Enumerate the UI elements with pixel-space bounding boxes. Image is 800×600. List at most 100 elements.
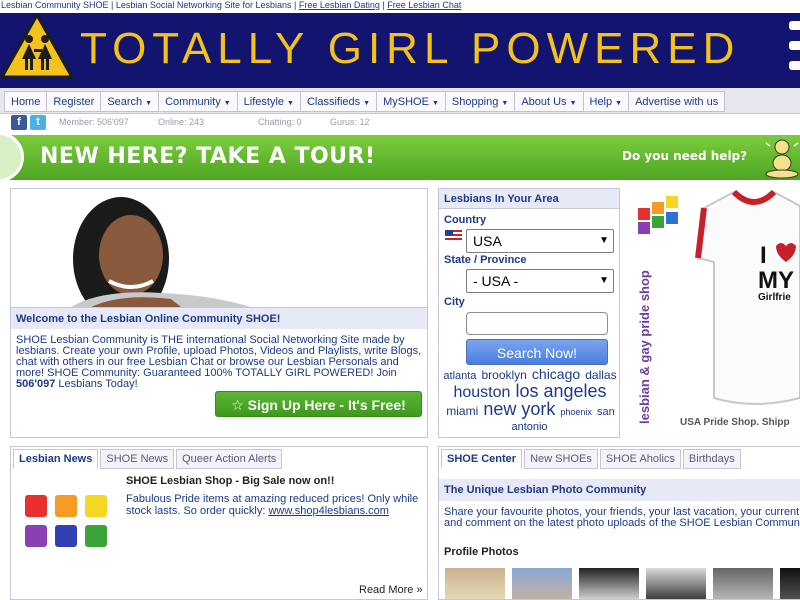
city-tag-miami[interactable]: miami — [446, 404, 478, 418]
nav-list: Home Register Search ▼ Community ▼ Lifestyle ▼ C… — [4, 91, 726, 112]
nav-item-myshoe[interactable]: MySHOE ▼ — [376, 91, 446, 112]
search-now-button[interactable]: Search Now! — [466, 339, 608, 365]
nav-label: Shopping — [451, 96, 499, 108]
tab-birthdays[interactable]: Birthdays — [682, 449, 741, 469]
chevron-down-icon: ▼ — [569, 100, 577, 107]
country-label: Country — [444, 214, 487, 226]
shoe-center-panel: SHOE Center New SHOEs SHOE Aholics Birthday… — [438, 446, 800, 600]
profile-thumbnail[interactable] — [445, 568, 505, 599]
chevron-down-icon: ▼ — [287, 100, 294, 107]
site-title: TOTALLY GIRL POWERED — [80, 24, 741, 73]
facebook-icon[interactable]: f — [11, 115, 27, 130]
profile-thumbnail[interactable] — [713, 568, 773, 599]
city-tag-atlanta[interactable]: atlanta — [443, 370, 476, 382]
nav-item-home[interactable]: Home — [4, 91, 48, 112]
tour-text: NEW HERE? TAKE A TOUR! — [40, 144, 376, 169]
welcome-panel: Welcome to the Lesbian Online Community … — [10, 188, 428, 438]
nav-item-about-us[interactable]: About Us ▼ — [514, 91, 584, 112]
shop-link[interactable]: www.shop4lesbians.com — [268, 505, 388, 517]
tab-new-shoes[interactable]: New SHOEs — [524, 449, 598, 469]
shop-vertical-label: lesbian & gay pride shop — [637, 270, 652, 424]
city-tag-new-york[interactable]: new york — [483, 399, 555, 419]
pride-shop-ad[interactable]: lesbian & gay pride shop I MY Girlfrie U… — [630, 188, 800, 438]
nav-label: Classifieds — [306, 96, 361, 108]
nav-label: Community — [165, 96, 221, 108]
state-select[interactable]: - USA - ▼ — [466, 269, 614, 293]
nav-item-search[interactable]: Search ▼ — [100, 91, 160, 112]
nav-item-community[interactable]: Community ▼ — [158, 91, 238, 112]
nav-label: Lifestyle — [243, 96, 285, 108]
tour-banner[interactable]: NEW HERE? TAKE A TOUR! Do you need help? — [0, 135, 800, 180]
nav-item-advertise-with-us[interactable]: Advertise with us — [628, 91, 726, 112]
tab-queer-action-alerts[interactable]: Queer Action Alerts — [176, 449, 283, 469]
top-tagline: Lesbian Community SHOE | Lesbian Social … — [0, 0, 800, 13]
header-side-button[interactable] — [789, 21, 800, 30]
nav-item-lifestyle[interactable]: Lifestyle ▼ — [236, 91, 301, 112]
center-tabs: SHOE Center New SHOEs SHOE Aholics Birthday… — [439, 447, 743, 469]
state-value: - USA - — [473, 273, 519, 289]
news-title[interactable]: SHOE Lesbian Shop - Big Sale now on!! — [126, 475, 334, 487]
chatting-count: Chatting: 0 — [258, 117, 302, 127]
photo-community-heading: The Unique Lesbian Photo Community — [439, 479, 800, 501]
tab-shoe-center[interactable]: SHOE Center — [441, 449, 523, 469]
logo-icon[interactable] — [0, 13, 74, 81]
news-text: Fabulous Pride items at amazing reduced … — [126, 493, 424, 517]
online-count: Online: 243 — [158, 117, 205, 127]
main-navigation: Home Register Search ▼ Community ▼ Lifestyle ▼ C… — [0, 88, 800, 114]
city-tag-chicago[interactable]: chicago — [532, 366, 580, 382]
stats-bar: f t Member: 506'097 Online: 243 Chatting… — [0, 114, 800, 130]
welcome-heading: Welcome to the Lesbian Online Community … — [11, 307, 427, 329]
nav-label: Search — [107, 96, 143, 108]
tab-shoe-news[interactable]: SHOE News — [100, 449, 175, 469]
news-panel: Lesbian News SHOE News Queer Action Alerts… — [10, 446, 428, 600]
signup-button[interactable]: ☆ Sign Up Here - It's Free! — [215, 391, 422, 417]
country-select[interactable]: USA ▼ — [466, 229, 614, 253]
header-side-button[interactable] — [789, 41, 800, 50]
chevron-down-icon: ▼ — [431, 100, 439, 107]
member-count: Member: 506'097 — [59, 117, 129, 127]
free-lesbian-dating-link[interactable]: Free Lesbian Dating — [299, 0, 380, 10]
nav-label: Help — [589, 96, 613, 108]
nav-item-register[interactable]: Register — [46, 91, 102, 112]
profile-thumbnail[interactable] — [646, 568, 706, 599]
shop-footer-text: USA Pride Shop. Shipp — [680, 417, 790, 428]
nav-label: MySHOE — [383, 96, 429, 108]
nav-item-help[interactable]: Help ▼ — [582, 91, 630, 112]
member-total: 506'097 — [16, 378, 56, 390]
photo-text-line2: and comment on the latest photo uploads … — [444, 517, 800, 529]
tagline-separator: | — [382, 0, 385, 10]
city-tag-dallas[interactable]: dallas — [585, 368, 616, 382]
profile-thumbnail[interactable] — [512, 568, 572, 599]
shop-vertical-text: lesbian & gay pride shop — [637, 270, 652, 424]
city-tag-brooklyn[interactable]: brooklyn — [481, 368, 526, 382]
read-more-link[interactable]: Read More » — [359, 584, 423, 596]
area-title: Lesbians In Your Area — [439, 189, 619, 209]
chevron-down-icon: ▼ — [145, 100, 153, 107]
nav-item-shopping[interactable]: Shopping ▼ — [444, 91, 516, 112]
welcome-tail: Lesbians Today! — [58, 378, 138, 390]
country-value: USA — [473, 233, 502, 249]
shop-items-icon — [25, 495, 107, 547]
city-tag-phoenix[interactable]: phoenix — [560, 407, 592, 417]
welcome-photo — [11, 189, 308, 307]
community-stats: Member: 506'097 Online: 243 Chatting: 0 … — [59, 117, 370, 127]
twitter-icon[interactable]: t — [30, 115, 46, 130]
chevron-down-icon: ▼ — [615, 100, 623, 107]
tab-shoe-aholics[interactable]: SHOE Aholics — [599, 449, 681, 469]
city-tag-los-angeles[interactable]: los angeles — [515, 381, 606, 401]
city-input[interactable] — [466, 312, 608, 335]
nav-item-classifieds[interactable]: Classifieds ▼ — [299, 91, 378, 112]
profile-thumbnail[interactable] — [579, 568, 639, 599]
gurus-count: Gurus: 12 — [330, 117, 370, 127]
nav-label: About Us — [521, 96, 567, 108]
nav-label: Advertise with us — [635, 96, 719, 108]
tab-lesbian-news[interactable]: Lesbian News — [13, 449, 99, 469]
header-side-button[interactable] — [789, 61, 800, 70]
photo-community-text: Share your favourite photos, your friend… — [444, 507, 800, 529]
welcome-text: SHOE Lesbian Community is THE internatio… — [16, 335, 422, 390]
profile-thumbnail[interactable] — [780, 568, 800, 599]
free-lesbian-chat-link[interactable]: Free Lesbian Chat — [387, 0, 461, 10]
tagline-text: Lesbian Community SHOE | Lesbian Social … — [1, 0, 297, 10]
city-tag-cloud: atlanta brooklyn chicago dallas houston … — [441, 367, 619, 435]
help-text: Do you need help? — [622, 149, 748, 163]
